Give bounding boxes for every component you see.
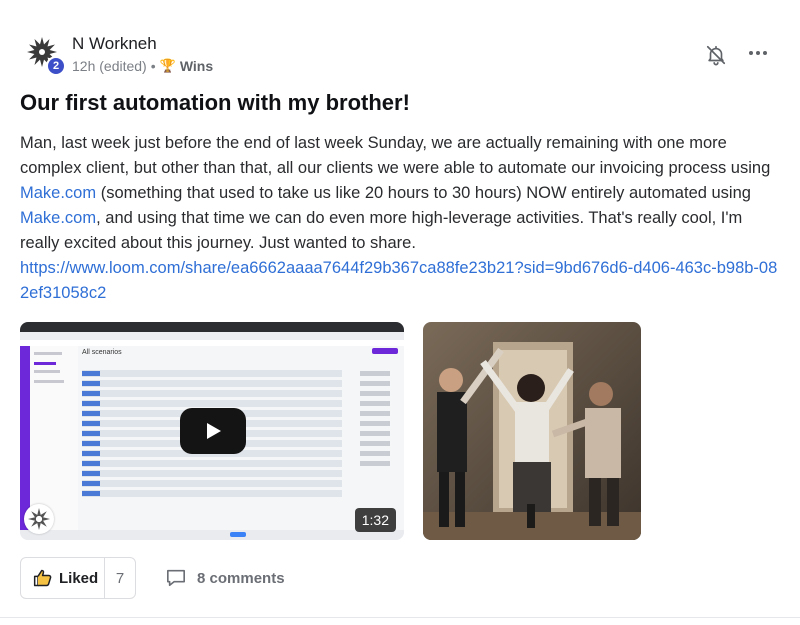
author-name[interactable]: N Workneh [72, 34, 157, 54]
body-text-2: (something that used to take us like 20 … [96, 184, 751, 202]
post-divider [0, 617, 800, 618]
celebration-gif[interactable] [423, 322, 641, 540]
video-duration: 1:32 [354, 508, 396, 532]
thumbs-up-icon [33, 569, 52, 587]
comments-button[interactable]: 8 comments [165, 568, 285, 588]
like-control: Liked 7 [20, 557, 136, 599]
author-avatar[interactable]: 2 [24, 34, 66, 76]
make-link-1[interactable]: Make.com [20, 184, 96, 202]
trophy-icon: 🏆 [159, 58, 176, 73]
like-count[interactable]: 7 [105, 570, 135, 587]
post-title: Our first automation with my brother! [20, 90, 410, 115]
play-button[interactable] [180, 408, 246, 454]
post-body: Man, last week just before the end of la… [20, 131, 780, 306]
meta-separator: • [150, 58, 156, 74]
video-author-avatar [24, 504, 54, 534]
body-text-1: Man, last week just before the end of la… [20, 134, 771, 177]
comment-icon [167, 569, 185, 587]
comments-label: 8 comments [197, 569, 285, 587]
notification-bell-icon[interactable] [705, 44, 727, 66]
loom-url-link[interactable]: https://www.loom.com/share/ea6662aaaa764… [20, 256, 780, 306]
more-options-icon[interactable] [746, 44, 770, 62]
post-timestamp: 12h (edited) [72, 58, 147, 74]
like-label: Liked [59, 569, 99, 587]
category-link[interactable]: Wins [180, 58, 213, 74]
like-button[interactable]: Liked [21, 558, 105, 598]
play-icon [207, 423, 221, 439]
video-thumbnail[interactable]: All scenarios 1:32 [20, 322, 404, 540]
post-card: 2 N Workneh 12h (edited) • 🏆 Wins Our fi… [0, 0, 800, 625]
video-screen-heading: All scenarios [82, 349, 122, 356]
body-text-3: , and using that time we can do even mor… [20, 209, 743, 252]
celebration-gif-image [423, 322, 641, 540]
post-meta: 12h (edited) • 🏆 Wins [72, 58, 213, 74]
make-link-2[interactable]: Make.com [20, 209, 96, 227]
level-badge: 2 [46, 56, 66, 76]
